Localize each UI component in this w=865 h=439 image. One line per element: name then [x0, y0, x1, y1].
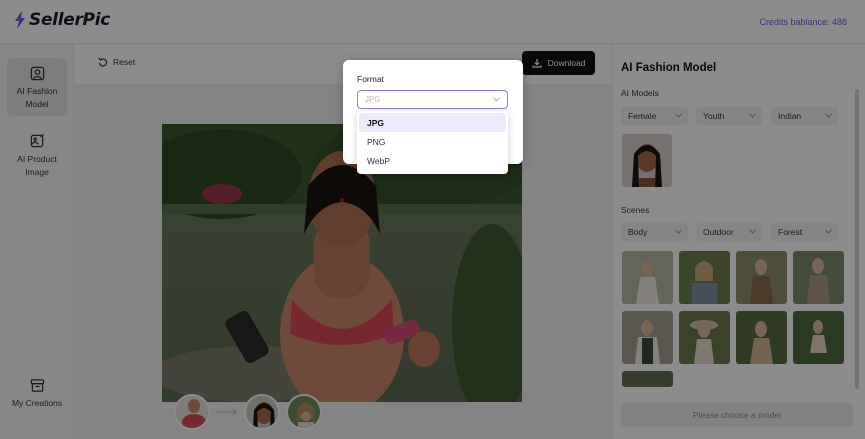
format-option-png[interactable]: PNG: [359, 132, 506, 151]
format-select[interactable]: JPG: [357, 90, 508, 109]
format-dropdown-menu: JPG PNG WebP: [357, 111, 508, 174]
format-option-jpg[interactable]: JPG: [359, 113, 506, 132]
format-label: Format: [357, 74, 384, 84]
format-select-placeholder: JPG: [365, 95, 381, 104]
chevron-down-icon: [493, 97, 500, 102]
format-option-webp[interactable]: WebP: [359, 151, 506, 170]
